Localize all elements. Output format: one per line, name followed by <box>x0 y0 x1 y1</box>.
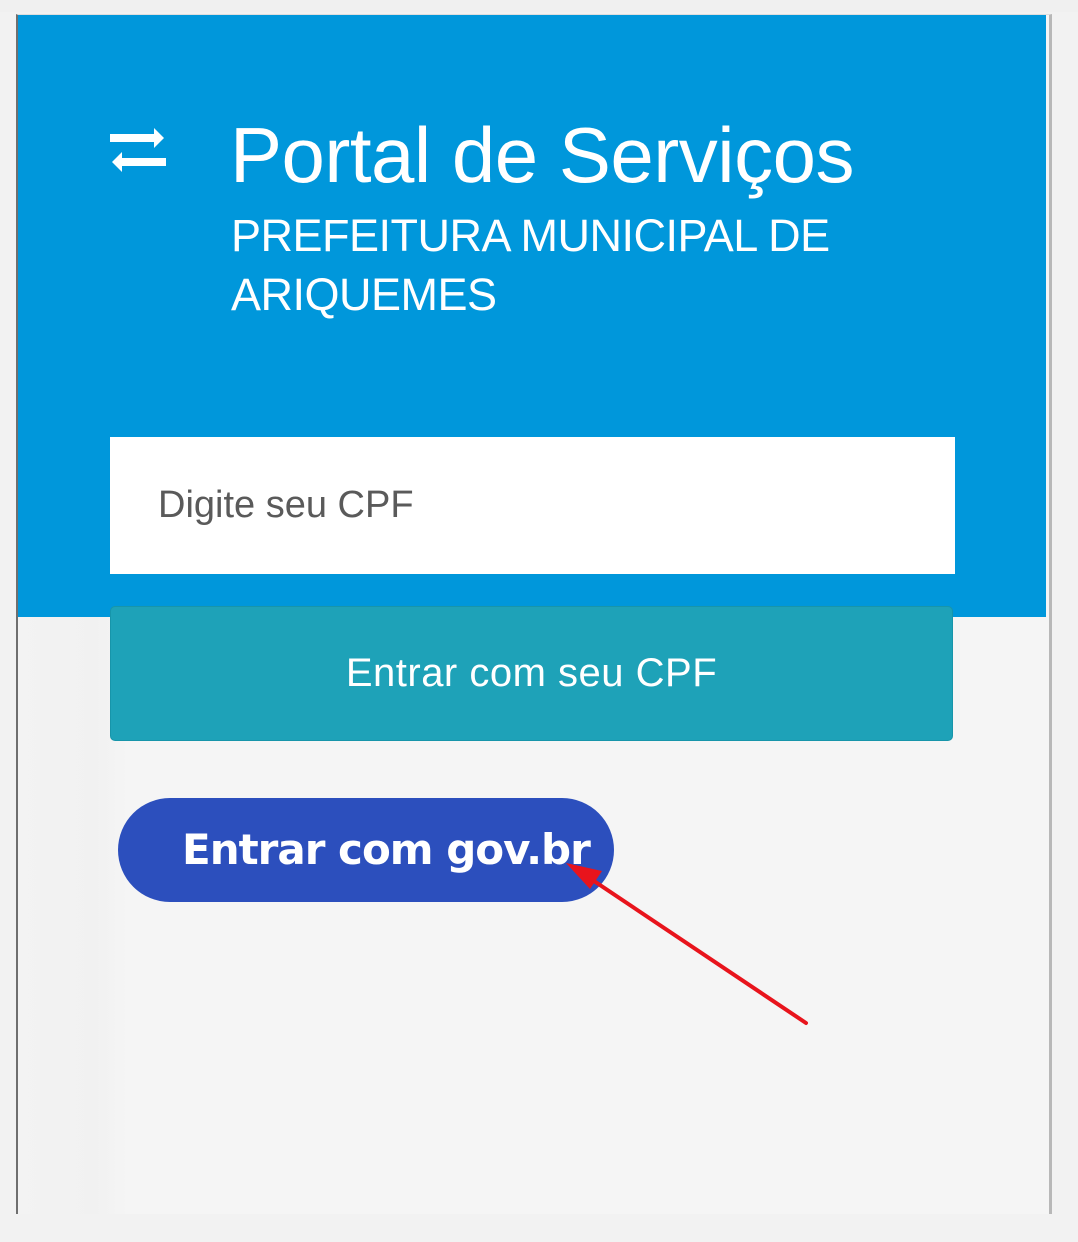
page-title: Portal de Serviços <box>230 111 854 199</box>
page-subtitle: PREFEITURA MUNICIPAL DE ARIQUEMES <box>231 210 830 320</box>
login-page: Portal de Serviços PREFEITURA MUNICIPAL … <box>16 14 1052 1214</box>
cpf-login-button[interactable]: Entrar com seu CPF <box>110 606 953 741</box>
cpf-input[interactable] <box>110 437 955 574</box>
govbr-login-button[interactable]: Entrar com gov.br <box>118 798 614 902</box>
window-top-strip <box>0 0 1078 12</box>
swap-arrows-icon <box>110 128 166 172</box>
